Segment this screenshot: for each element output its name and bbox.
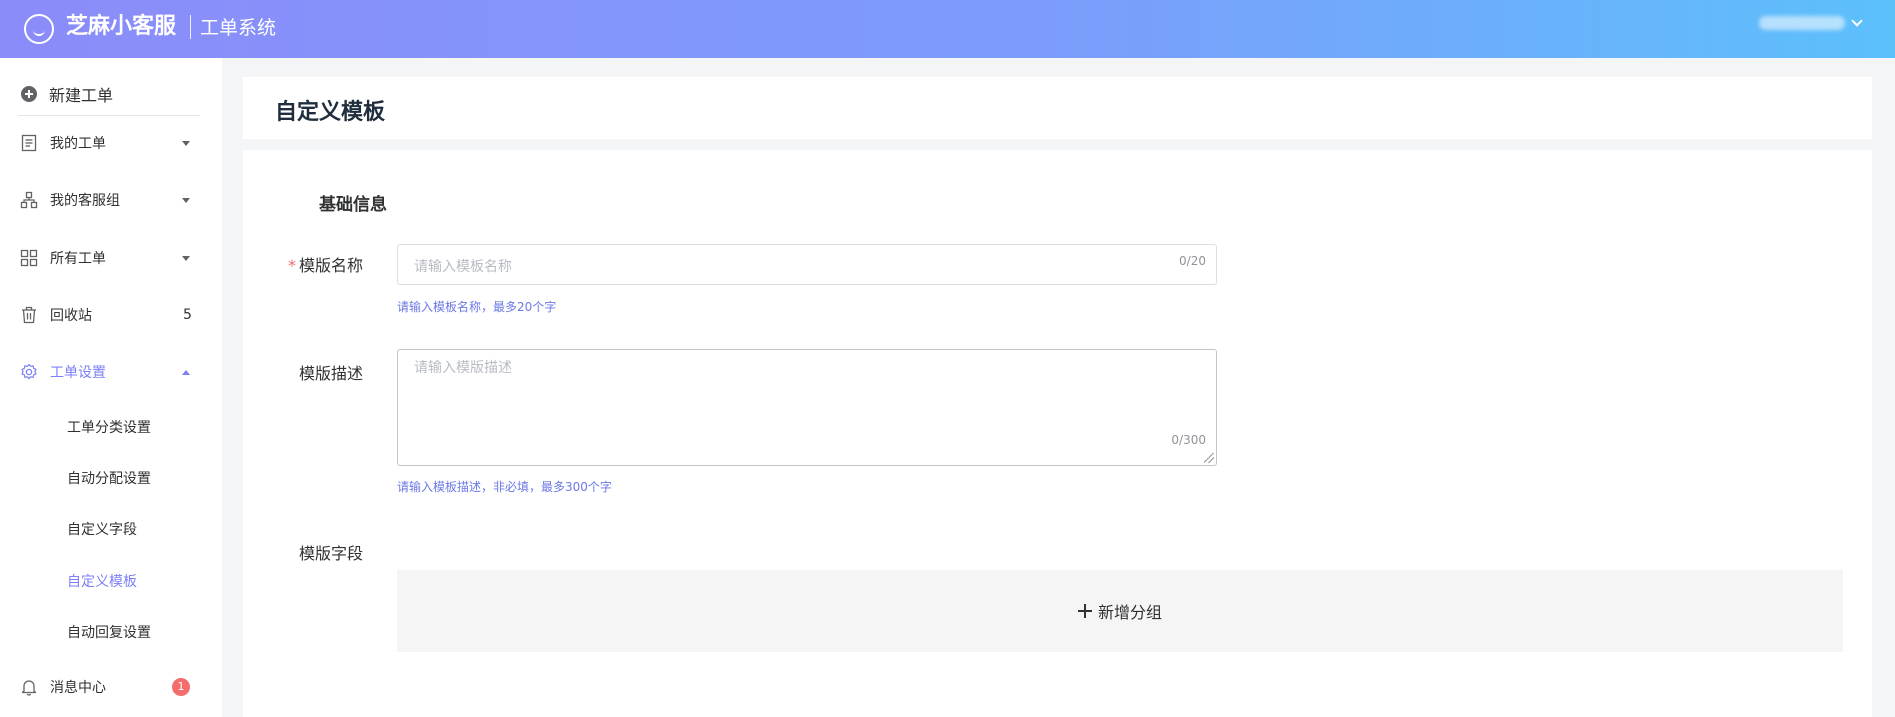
- sidebar-subitem-custom-fields[interactable]: 自定义字段: [0, 509, 222, 549]
- desc-hint: 请输入模板描述，非必填，最多300个字: [397, 480, 612, 494]
- desc-field-label: 模版描述: [298, 364, 363, 383]
- group-icon: [20, 191, 38, 209]
- caret-down-icon: [182, 255, 190, 261]
- system-name: 工单系统: [200, 17, 277, 39]
- add-group-button[interactable]: 新增分组: [397, 570, 1843, 652]
- plus-icon: [1077, 604, 1092, 618]
- template-form: 基础信息 * 模版名称 请输入模板名称 0/20 请输入模板名称，最多20个字 模…: [243, 150, 1872, 717]
- caret-down-icon: [182, 140, 190, 146]
- sidebar-subitem-auto-assign[interactable]: 自动分配设置: [0, 458, 222, 498]
- desc-char-count: 0/300: [1171, 433, 1206, 447]
- subitem-label: 自定义字段: [67, 522, 137, 538]
- sidebar-item-my-groups[interactable]: 我的客服组: [0, 177, 222, 223]
- brand-divider: [190, 15, 191, 39]
- required-asterisk: *: [287, 256, 296, 275]
- gear-icon: [21, 363, 37, 380]
- notification-badge: 1: [172, 678, 190, 696]
- sidebar-item-label: 工单设置: [50, 365, 106, 381]
- bell-icon: [21, 680, 37, 696]
- new-ticket-button[interactable]: 新建工单: [18, 72, 200, 116]
- title-card: 自定义模板: [243, 77, 1872, 139]
- document-icon: [21, 134, 37, 152]
- sidebar-item-ticket-settings[interactable]: 工单设置: [0, 349, 222, 395]
- fields-label: 模版字段: [298, 544, 363, 563]
- sidebar-subitem-category-settings[interactable]: 工单分类设置: [0, 407, 222, 447]
- chevron-down-icon: [1851, 15, 1863, 27]
- textarea-placeholder: 请输入模版描述: [414, 360, 512, 376]
- sidebar-item-label: 我的客服组: [50, 193, 120, 209]
- new-ticket-label: 新建工单: [49, 85, 114, 105]
- input-placeholder: 请输入模板名称: [414, 259, 512, 275]
- resize-handle-icon[interactable]: [1204, 453, 1214, 463]
- user-name-blurred: [1759, 16, 1845, 30]
- recycle-count: 5: [183, 307, 192, 323]
- user-menu[interactable]: [1759, 15, 1863, 30]
- page-title: 自定义模板: [275, 100, 386, 125]
- sidebar-item-my-tickets[interactable]: 我的工单: [0, 120, 222, 166]
- top-header: 芝麻小客服 工单系统: [0, 0, 1895, 58]
- brand-name: 芝麻小客服: [66, 14, 177, 39]
- sidebar-item-label: 我的工单: [50, 136, 106, 152]
- sidebar-item-label: 所有工单: [50, 251, 106, 267]
- caret-up-icon: [182, 369, 190, 375]
- sidebar-item-all-tickets[interactable]: 所有工单: [0, 235, 222, 281]
- sidebar-subitem-custom-templates[interactable]: 自定义模板: [0, 561, 222, 601]
- trash-icon: [22, 306, 36, 324]
- grid-icon: [20, 249, 38, 267]
- sidebar-subitem-auto-reply[interactable]: 自动回复设置: [0, 612, 222, 652]
- sidebar-item-label: 消息中心: [50, 680, 106, 696]
- name-char-count: 0/20: [1179, 254, 1206, 268]
- plus-circle-icon: [21, 85, 37, 102]
- template-desc-textarea[interactable]: 请输入模版描述 0/300: [397, 349, 1217, 466]
- sidebar-item-recycle-bin[interactable]: 回收站 5: [0, 292, 222, 338]
- smile-logo-icon: [24, 14, 54, 44]
- name-field-label: * 模版名称: [287, 256, 363, 275]
- sidebar: 新建工单 我的工单 我的客服组 所有工单 回收站 5 工单设置 工单分类设置 自…: [0, 58, 222, 717]
- sidebar-item-message-center[interactable]: 消息中心 1: [0, 664, 222, 710]
- section-title: 基础信息: [319, 195, 387, 215]
- subitem-label: 自定义模板: [67, 574, 137, 590]
- sidebar-item-label: 回收站: [50, 308, 92, 324]
- subitem-label: 自动回复设置: [67, 625, 151, 641]
- name-hint: 请输入模板名称，最多20个字: [397, 300, 557, 314]
- caret-down-icon: [182, 197, 190, 203]
- template-name-input[interactable]: 请输入模板名称 0/20: [397, 244, 1217, 285]
- subitem-label: 工单分类设置: [67, 420, 151, 436]
- subitem-label: 自动分配设置: [67, 471, 151, 487]
- add-group-label: 新增分组: [1097, 603, 1162, 622]
